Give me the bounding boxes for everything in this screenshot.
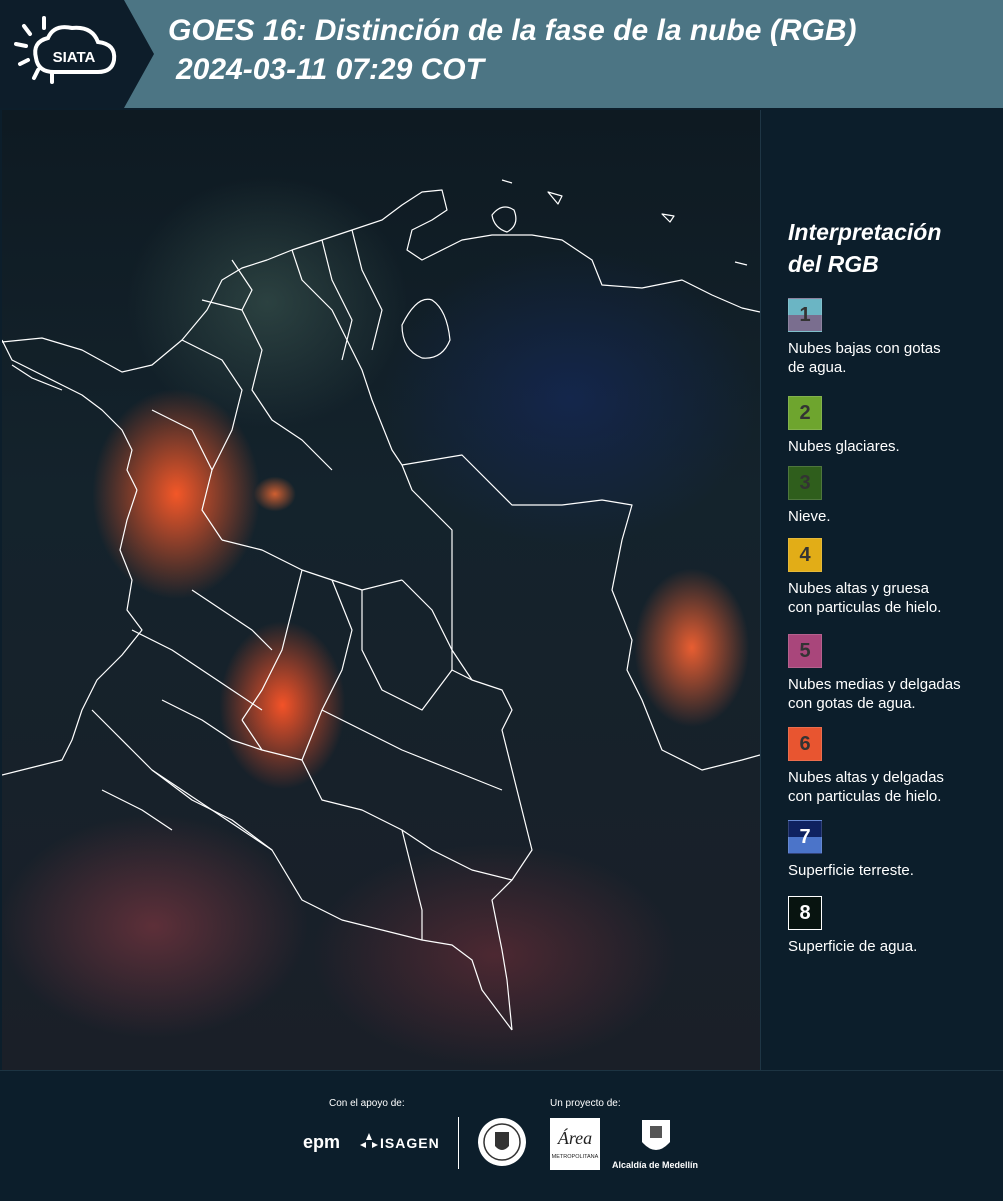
alcaldia-shield-icon bbox=[642, 1120, 670, 1150]
legend-item: 8 Superficie de agua. bbox=[788, 896, 998, 956]
legend-swatch: 5 bbox=[788, 634, 822, 668]
satellite-map bbox=[2, 110, 761, 1070]
legend-swatch: 6 bbox=[788, 727, 822, 761]
legend-label: Superficie terreste. bbox=[788, 862, 914, 879]
legend-item: 6 Nubes altas y delgadas con particulas de… bbox=[788, 727, 998, 806]
epm-logo: epm bbox=[303, 1132, 341, 1152]
project-label: Un proyecto de: bbox=[550, 1098, 621, 1109]
footer-divider bbox=[458, 1117, 459, 1169]
svg-text:Área: Área bbox=[557, 1127, 592, 1148]
legend-number: 3 bbox=[799, 471, 811, 494]
page-title: GOES 16: Distinción de la fase de la nub… bbox=[168, 14, 857, 47]
legend-item: 3 Nieve. bbox=[788, 466, 998, 526]
isagen-logo: ISAGEN bbox=[380, 1135, 440, 1151]
svg-text:SIATA: SIATA bbox=[53, 49, 96, 66]
alcaldia-label: Alcaldía de Medellín bbox=[612, 1160, 699, 1170]
seal-icon bbox=[478, 1118, 526, 1166]
legend-label: Nubes altas y gruesa con particulas de hi… bbox=[788, 580, 942, 616]
legend-item: 2 Nubes glaciares. bbox=[788, 396, 998, 456]
legend-label: Nubes altas y delgadas con particulas de … bbox=[788, 769, 944, 805]
legend-swatch: 1 bbox=[788, 298, 822, 332]
support-label: Con el apoyo de: bbox=[329, 1098, 405, 1109]
legend-number: 4 bbox=[799, 543, 811, 566]
legend-number: 1 bbox=[799, 303, 811, 326]
legend-number: 7 bbox=[799, 825, 811, 848]
area-metropolitana-logo: Área METROPOLITANA bbox=[550, 1118, 600, 1170]
legend-label: Nubes bajas con gotas de agua. bbox=[788, 340, 941, 376]
legend-swatch: 4 bbox=[788, 538, 822, 572]
legend-label: Nubes medias y delgadas con gotas de agua… bbox=[788, 676, 961, 712]
political-boundaries bbox=[2, 179, 760, 1031]
legend-swatch: 7 bbox=[788, 820, 822, 854]
legend-swatch: 3 bbox=[788, 466, 822, 500]
legend-item: 5 Nubes medias y delgadas con gotas de agu… bbox=[788, 634, 998, 713]
isagen-icon bbox=[360, 1133, 378, 1148]
legend-label: Superficie de agua. bbox=[788, 938, 918, 955]
timestamp: 2024-03-11 07:29 COT bbox=[176, 53, 484, 86]
legend-item: 4 Nubes altas y gruesa con particulas de h… bbox=[788, 538, 998, 617]
legend-item: 1 Nubes bajas con gotas de agua. bbox=[788, 298, 998, 377]
legend-item: 7 Superficie terreste. bbox=[788, 820, 998, 880]
legend-swatch: 2 bbox=[788, 396, 822, 430]
legend-number: 5 bbox=[799, 639, 811, 662]
legend-swatch: 8 bbox=[788, 896, 822, 930]
legend-number: 6 bbox=[799, 732, 811, 755]
svg-text:METROPOLITANA: METROPOLITANA bbox=[552, 1154, 599, 1160]
header: SIATA GOES 16: Distinción de la fase de … bbox=[0, 0, 1003, 108]
legend-title: Interpretación del RGB bbox=[788, 219, 942, 277]
legend-label: Nieve. bbox=[788, 508, 831, 525]
legend-number: 8 bbox=[799, 901, 811, 924]
legend-number: 2 bbox=[799, 401, 811, 424]
siata-logo: SIATA bbox=[14, 16, 117, 84]
legend-label: Nubes glaciares. bbox=[788, 438, 900, 455]
